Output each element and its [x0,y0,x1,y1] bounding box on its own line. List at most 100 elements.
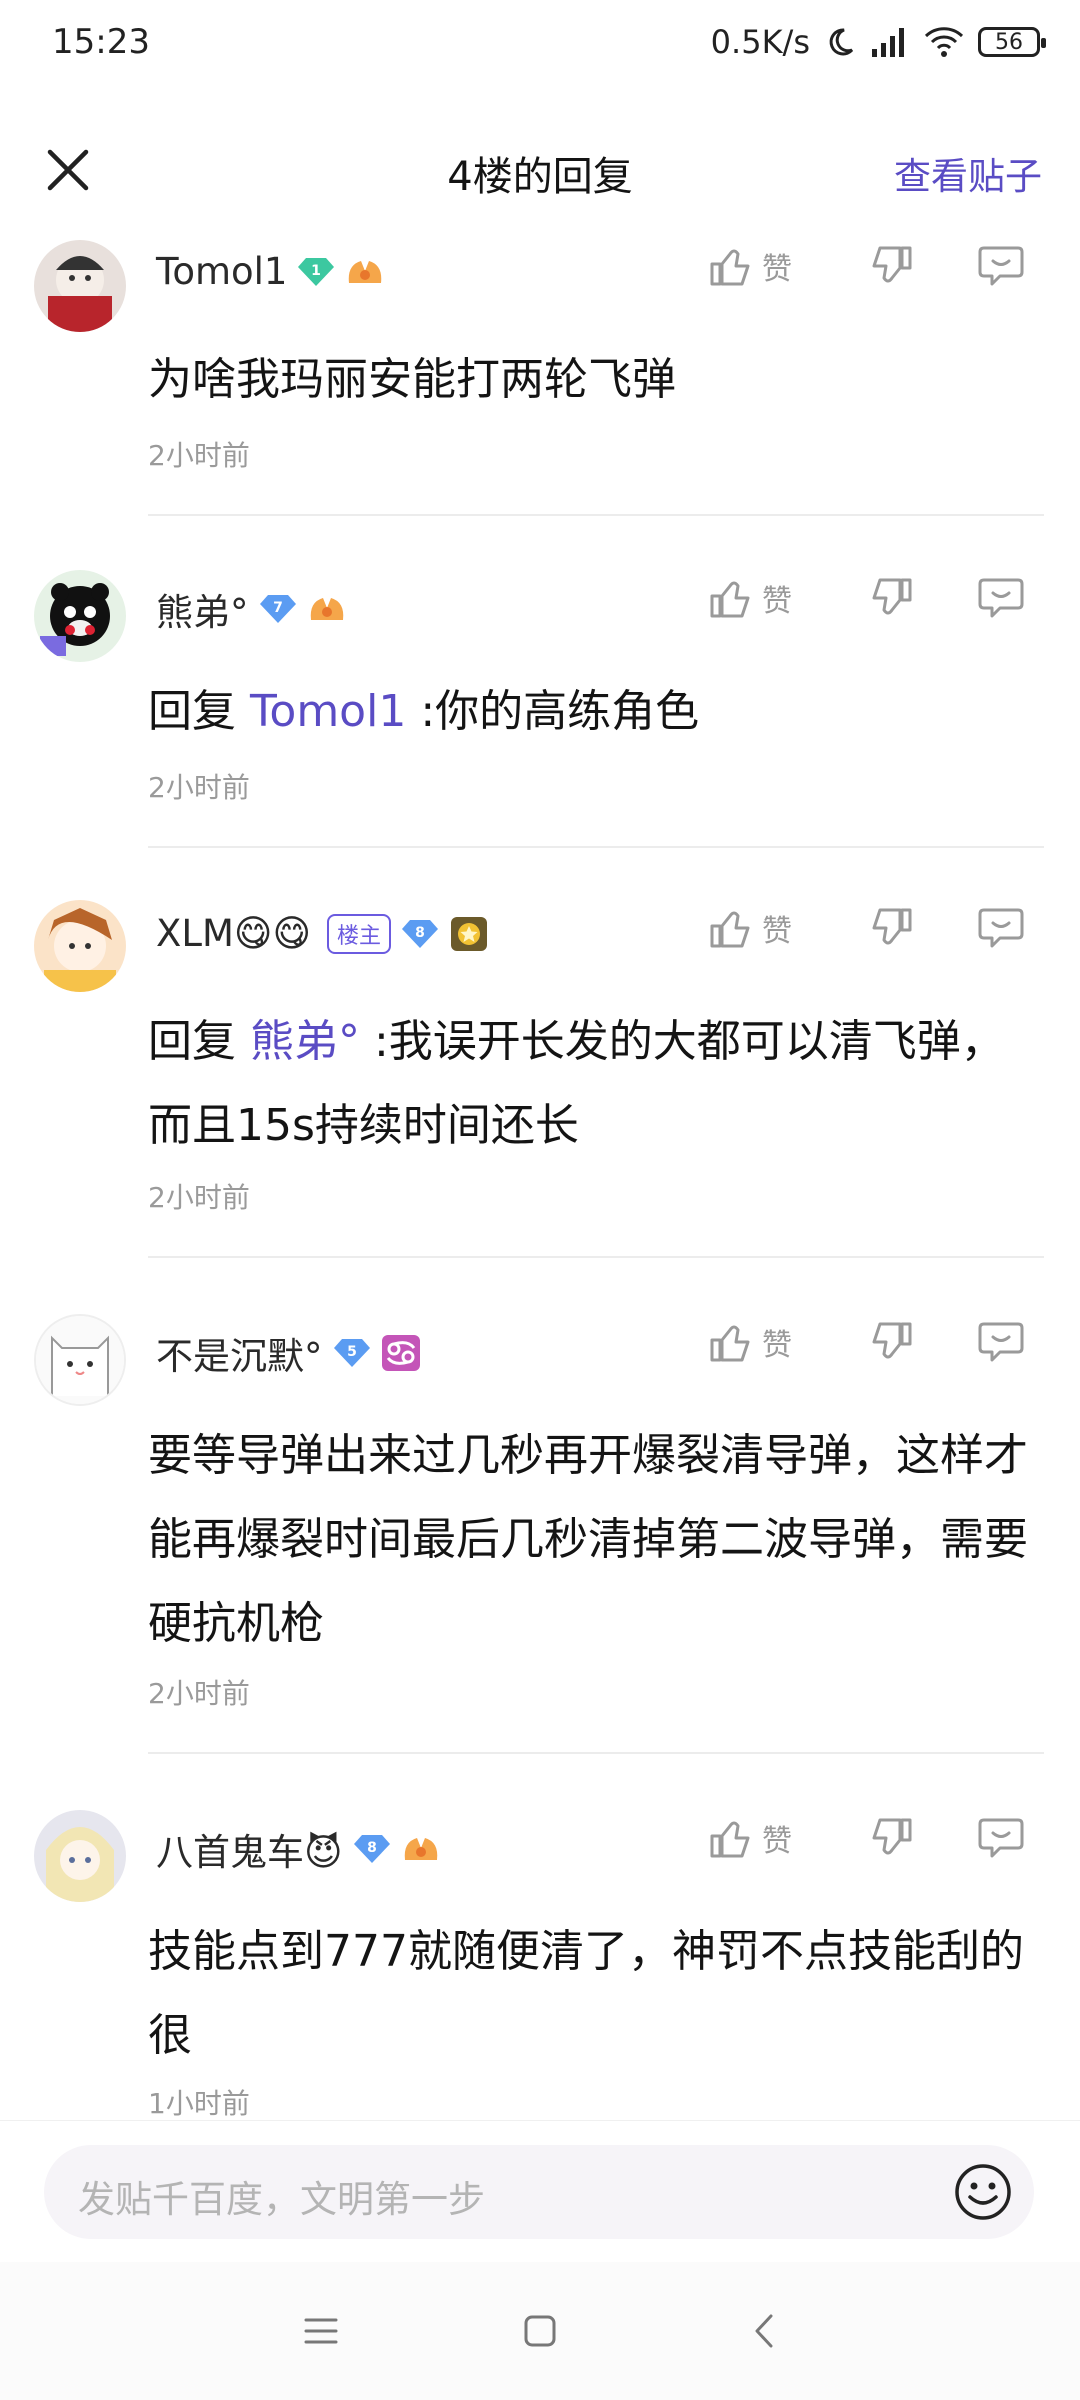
svg-text:7: 7 [273,600,283,616]
reply-prefix: 回复 [148,1016,236,1067]
like-label: 赞 [762,252,792,287]
like-button[interactable]: 赞 [708,906,818,950]
username-text: 不是沉默° [156,1335,323,1378]
dislike-button[interactable] [870,1816,926,1860]
comment-time: 2小时前 [148,1677,250,1710]
comment-text: 要等导弹出来过几秒再开爆裂清导弹，这样才能再爆裂时间最后几秒清掉第二波导弹，需要… [148,1414,1028,1666]
mention-link[interactable]: Tomol1 [250,686,406,737]
status-icons: 0.5K/s 56 [710,20,1046,64]
wifi-icon [924,27,964,57]
comment-time: 2小时前 [148,771,250,804]
svg-text:5: 5 [347,1344,357,1360]
level-badge: 7 [259,593,297,625]
divider [148,1256,1044,1258]
level-badge: 8 [353,1833,391,1865]
avatar[interactable] [34,240,126,332]
reply-button[interactable] [978,906,1034,950]
comment-text: 回复 Tomol1 :你的高练角色 [148,670,1028,754]
divider [148,514,1044,516]
comment-text: 回复 熊弟° :我误开长发的大都可以清飞弹，而且15s持续时间还长 [148,1000,1028,1168]
username-text: 八首鬼车😈 [156,1831,343,1874]
comment-username[interactable]: 八首鬼车😈 8 [156,1822,441,1876]
avatar[interactable] [34,570,126,662]
comment-body: :你的高练角色 [406,686,700,737]
status-bar: 15:23 0.5K/s 56 [0,0,1080,90]
reply-button[interactable] [978,1816,1034,1860]
dislike-button[interactable] [870,244,926,288]
comment-username[interactable]: 不是沉默° 5 [156,1326,421,1380]
comment-time: 2小时前 [148,439,250,472]
comment-bubble-icon [978,246,1024,286]
battery-level: 56 [995,29,1023,55]
header: 4楼的回复 查看贴子 [0,120,1080,220]
reply-input[interactable]: 发贴千百度，文明第一步 [44,2145,1034,2239]
comment-text: 为啥我玛丽安能打两轮飞弹 [148,338,1028,422]
system-nav-bar [0,2262,1080,2400]
thumbs-down-icon [872,1322,912,1359]
comment-actions: 赞 [708,1320,1034,1364]
thumbs-up-icon [710,581,750,618]
comment-username[interactable]: XLM😋😋 楼主 8 [156,912,489,955]
svg-text:1: 1 [312,263,322,279]
cancer-zodiac-icon [381,1335,420,1371]
thumbs-up-icon [710,1325,750,1362]
comment-actions: 赞 [708,576,1034,620]
comment-body: 要等导弹出来过几秒再开爆裂清导弹，这样才能再爆裂时间最后几秒清掉第二波导弹，需要… [148,1430,1028,1649]
back-icon[interactable] [740,2306,790,2356]
avatar[interactable] [34,900,126,992]
svg-text:8: 8 [415,925,425,941]
dislike-button[interactable] [870,1320,926,1364]
honor-icon [310,598,343,620]
like-button[interactable]: 赞 [708,576,818,620]
reply-button[interactable] [978,244,1034,288]
mention-link[interactable]: 熊弟° [250,1016,360,1067]
reply-prefix: 回复 [148,686,236,737]
comment-body: 为啥我玛丽安能打两轮飞弹 [148,354,676,405]
divider [148,846,1044,848]
like-label: 赞 [762,584,792,619]
thumbs-down-icon [872,578,912,615]
view-post-link[interactable]: 查看贴子 [894,146,1042,200]
reply-button[interactable] [978,1320,1034,1364]
dislike-button[interactable] [870,576,926,620]
thumbs-down-icon [872,908,912,945]
comment-username[interactable]: Tomol1 1 [156,250,385,293]
net-speed: 0.5K/s [710,23,810,61]
comment-text: 技能点到777就随便清了，神罚不点技能刮的很 [148,1910,1028,2078]
signal-icon [872,28,904,57]
moon-icon [829,28,854,56]
battery-icon: 56 [978,27,1046,57]
emoji-icon[interactable] [954,2163,1012,2221]
status-time: 15:23 [52,22,150,62]
owner-badge: 楼主 [327,913,392,954]
dislike-button[interactable] [870,906,926,950]
thumbs-up-icon [710,1821,750,1858]
username-text: 熊弟° [156,591,249,634]
avatar[interactable] [34,1314,126,1406]
comment-bubble-icon [978,1818,1024,1858]
comment-bubble-icon [978,578,1024,618]
comment-actions: 赞 [708,906,1034,950]
like-label: 赞 [762,1824,792,1859]
honor-icon [349,260,382,283]
thumbs-up-icon [710,911,750,948]
level-badge: 8 [401,918,439,950]
level-badge: 1 [297,256,335,288]
username-text: XLM😋😋 [156,912,312,955]
reply-button[interactable] [978,576,1034,620]
comment-bubble-icon [978,908,1024,948]
menu-icon[interactable] [296,2306,346,2356]
comment-username[interactable]: 熊弟° 7 [156,582,347,636]
comment-time: 2小时前 [148,1181,250,1214]
medal-icon [451,916,488,951]
like-button[interactable]: 赞 [708,1816,818,1860]
like-button[interactable]: 赞 [708,1320,818,1364]
home-icon[interactable] [515,2306,565,2356]
like-button[interactable]: 赞 [708,244,818,288]
comment-body: 技能点到777就随便清了，神罚不点技能刮的很 [148,1926,1024,2061]
avatar[interactable] [34,1810,126,1902]
comment-bubble-icon [978,1322,1024,1362]
username-text: Tomol1 [156,250,288,293]
comment-actions: 赞 [708,244,1034,288]
reply-input-bar: 发贴千百度，文明第一步 [0,2120,1080,2261]
